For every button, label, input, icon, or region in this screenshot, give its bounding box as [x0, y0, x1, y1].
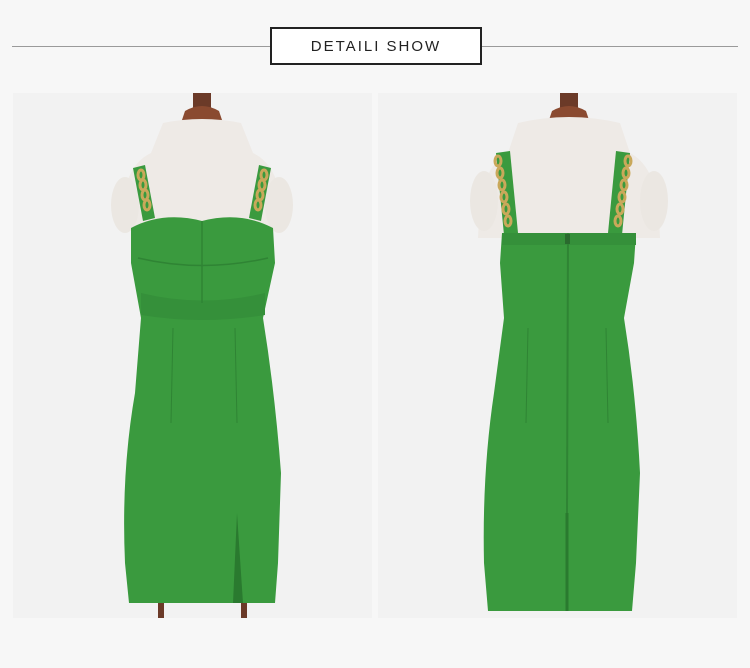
dress-front-illustration	[111, 93, 293, 618]
header-divider-left	[12, 46, 270, 47]
header-divider-right	[482, 46, 738, 47]
dress-back-illustration	[470, 93, 668, 611]
product-photo-back	[378, 93, 737, 618]
green-dress-back-icon	[483, 233, 640, 611]
title-box: DETAILI SHOW	[270, 27, 482, 65]
page-header: DETAILI SHOW	[0, 0, 750, 80]
product-photo-front	[13, 93, 372, 618]
zipper-icon	[566, 232, 569, 514]
page-title: DETAILI SHOW	[310, 37, 442, 55]
